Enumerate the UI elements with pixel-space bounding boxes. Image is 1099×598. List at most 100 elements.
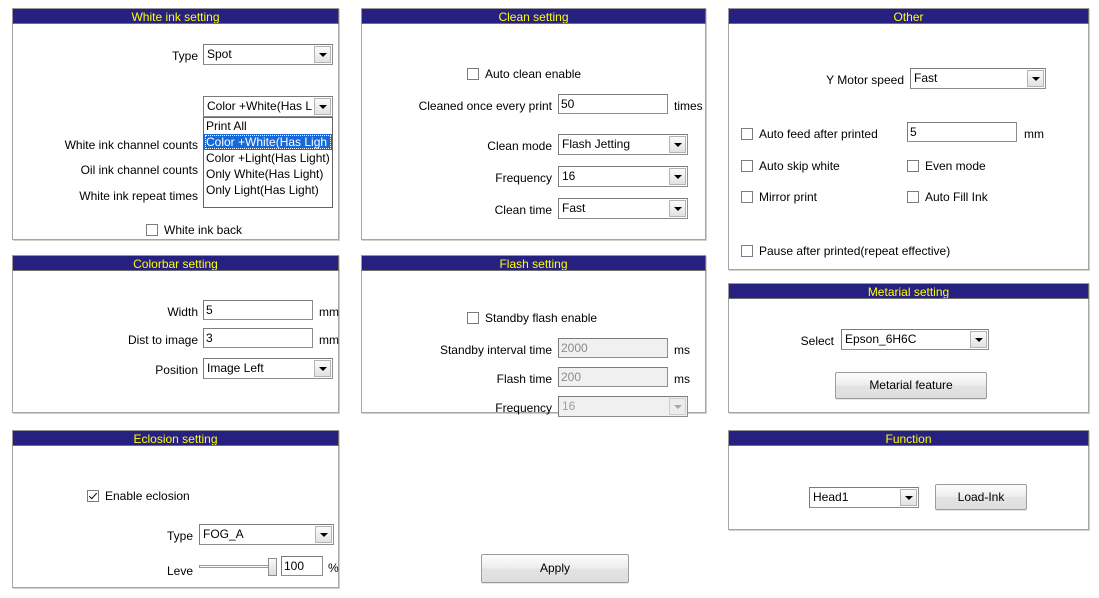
- y-motor-speed-combo[interactable]: Fast: [910, 68, 1046, 89]
- auto-feed-after-printed-unit: mm: [1024, 127, 1044, 141]
- panel-clean-setting: Clean setting Auto clean enable Cleaned …: [361, 8, 706, 240]
- cleaned-every-print-input[interactable]: 50: [558, 94, 668, 114]
- panel-colorbar-setting: Colorbar setting Width 5 mm Dist to imag…: [12, 255, 339, 413]
- flash-time-unit: ms: [674, 372, 690, 386]
- eclosion-level-unit: %: [328, 561, 339, 575]
- white-ink-type-combo[interactable]: Spot: [203, 44, 333, 65]
- dropdown-option[interactable]: Only Light(Has Light): [204, 182, 332, 198]
- panel-body-flash-setting: Standby flash enable Standby interval ti…: [361, 271, 706, 417]
- chevron-down-icon[interactable]: [314, 46, 331, 63]
- panel-body-colorbar-setting: Width 5 mm Dist to image 3 mm Position I…: [12, 271, 339, 413]
- chevron-down-icon[interactable]: [669, 168, 686, 185]
- colorbar-position-value: Image Left: [207, 361, 264, 375]
- colorbar-width-input[interactable]: 5: [203, 300, 313, 320]
- colorbar-width-value: 5: [206, 303, 213, 317]
- chevron-down-icon[interactable]: [1027, 70, 1044, 87]
- panel-title-colorbar-setting: Colorbar setting: [12, 255, 339, 271]
- colorbar-position-combo[interactable]: Image Left: [203, 358, 333, 379]
- chevron-down-icon[interactable]: [314, 360, 331, 377]
- chevron-down-icon[interactable]: [669, 136, 686, 153]
- mirror-print-checkbox[interactable]: Mirror print: [741, 190, 817, 204]
- load-ink-button[interactable]: Load-Ink: [935, 484, 1027, 510]
- metarial-select-combo[interactable]: Epson_6H6C: [841, 329, 989, 350]
- panel-body-white-ink-setting: Type Spot Color +White(Has L White ink c…: [12, 24, 339, 240]
- white-ink-back-checkbox[interactable]: White ink back: [146, 223, 242, 237]
- auto-skip-white-label: Auto skip white: [759, 159, 840, 173]
- enable-eclosion-checkbox[interactable]: Enable eclosion: [87, 489, 190, 503]
- chevron-down-icon[interactable]: [315, 526, 332, 543]
- standby-interval-time-value: 2000: [561, 341, 588, 355]
- standby-interval-time-input[interactable]: 2000: [558, 338, 668, 358]
- panel-title-eclosion-setting: Eclosion setting: [12, 430, 339, 446]
- auto-clean-enable-checkbox[interactable]: Auto clean enable: [467, 67, 581, 81]
- clean-time-value: Fast: [562, 201, 586, 215]
- metarial-feature-button[interactable]: Metarial feature: [835, 372, 987, 399]
- white-ink-mode-combo[interactable]: Color +White(Has L: [203, 96, 333, 117]
- auto-feed-after-printed-checkbox[interactable]: Auto feed after printed: [741, 127, 878, 141]
- checkbox-box: [146, 224, 158, 236]
- checkbox-box: [467, 68, 479, 80]
- cleaned-every-print-unit: times: [674, 99, 703, 113]
- slider-track: [199, 565, 277, 568]
- colorbar-width-label: Width: [167, 305, 198, 319]
- apply-button[interactable]: Apply: [481, 554, 629, 583]
- flash-time-value: 200: [561, 370, 582, 384]
- standby-flash-enable-checkbox[interactable]: Standby flash enable: [467, 311, 597, 325]
- eclosion-type-value: FOG_A: [203, 527, 244, 541]
- auto-fill-ink-checkbox[interactable]: Auto Fill Ink: [907, 190, 988, 204]
- dropdown-option[interactable]: Color +Light(Has Light): [204, 150, 332, 166]
- clean-frequency-combo[interactable]: 16: [558, 166, 688, 187]
- chevron-down-icon[interactable]: [900, 489, 917, 506]
- standby-interval-time-unit: ms: [674, 343, 690, 357]
- white-ink-mode-dropdown-list[interactable]: Print All Color +White(Has Ligh Color +L…: [203, 117, 333, 208]
- flash-frequency-label: Frequency: [495, 401, 552, 415]
- cleaned-every-print-label: Cleaned once every print: [418, 99, 552, 113]
- clean-mode-combo[interactable]: Flash Jetting: [558, 134, 688, 155]
- checkbox-box: [741, 191, 753, 203]
- eclosion-type-combo[interactable]: FOG_A: [199, 524, 334, 545]
- panel-title-function: Function: [728, 430, 1089, 446]
- standby-flash-enable-label: Standby flash enable: [485, 311, 598, 325]
- even-mode-checkbox[interactable]: Even mode: [907, 159, 1017, 173]
- chevron-down-icon[interactable]: [669, 200, 686, 217]
- checkbox-box: [741, 160, 753, 172]
- panel-metarial-setting: Metarial setting Select Epson_6H6C Metar…: [728, 283, 1089, 413]
- function-head-combo[interactable]: Head1: [809, 487, 919, 508]
- metarial-select-value: Epson_6H6C: [845, 332, 917, 346]
- flash-frequency-combo[interactable]: 16: [558, 396, 688, 417]
- checkbox-box: [907, 160, 919, 172]
- flash-time-input[interactable]: 200: [558, 367, 668, 387]
- panel-body-clean-setting: Auto clean enable Cleaned once every pri…: [361, 24, 706, 240]
- cleaned-every-print-value: 50: [561, 97, 575, 111]
- dropdown-option-selected[interactable]: Color +White(Has Ligh: [204, 134, 332, 150]
- colorbar-dist-value: 3: [206, 331, 213, 345]
- panel-body-other: Y Motor speed Fast Auto feed after print…: [728, 24, 1089, 270]
- white-ink-type-value: Spot: [207, 47, 232, 61]
- panel-title-metarial-setting: Metarial setting: [728, 283, 1089, 299]
- function-head-value: Head1: [813, 490, 849, 504]
- clean-time-combo[interactable]: Fast: [558, 198, 688, 219]
- chevron-down-icon[interactable]: [314, 98, 331, 115]
- slider-thumb[interactable]: [268, 558, 277, 576]
- eclosion-type-label: Type: [166, 529, 193, 543]
- chevron-down-icon[interactable]: [970, 331, 987, 348]
- printer-settings-window: White ink setting Type Spot Color +White…: [0, 0, 1099, 598]
- type-label: Type: [171, 49, 198, 63]
- colorbar-dist-input[interactable]: 3: [203, 328, 313, 348]
- oil-ink-channel-counts-label: Oil ink channel counts: [80, 163, 198, 177]
- auto-feed-after-printed-label: Auto feed after printed: [759, 127, 878, 141]
- eclosion-level-input[interactable]: 100: [281, 556, 323, 576]
- checkbox-box: [741, 245, 753, 257]
- auto-feed-after-printed-input[interactable]: 5: [907, 122, 1017, 142]
- panel-other: Other Y Motor speed Fast Auto feed after…: [728, 8, 1089, 270]
- dropdown-option[interactable]: Only White(Has Light): [204, 166, 332, 182]
- panel-white-ink-setting: White ink setting Type Spot Color +White…: [12, 8, 339, 240]
- eclosion-level-slider[interactable]: [199, 557, 277, 577]
- dropdown-option[interactable]: Print All: [204, 118, 332, 134]
- colorbar-dist-label: Dist to image: [127, 333, 198, 347]
- eclosion-level-value: 100: [284, 559, 305, 573]
- auto-skip-white-checkbox[interactable]: Auto skip white: [741, 159, 840, 173]
- pause-after-printed-checkbox[interactable]: Pause after printed(repeat effective): [741, 244, 950, 258]
- chevron-down-icon[interactable]: [669, 398, 686, 415]
- panel-eclosion-setting: Eclosion setting Enable eclosion Type FO…: [12, 430, 339, 588]
